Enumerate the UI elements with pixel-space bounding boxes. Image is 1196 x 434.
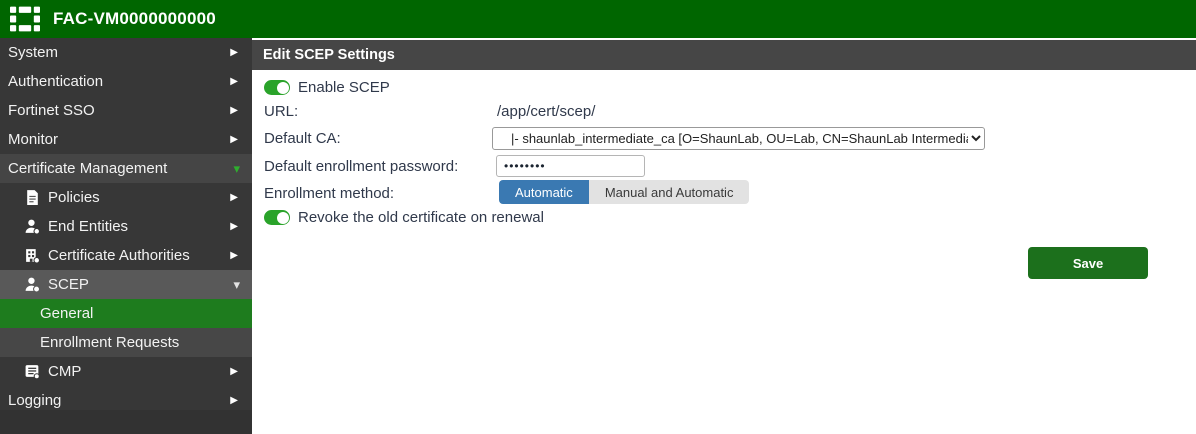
- document-icon: [27, 190, 38, 205]
- chevron-right-icon: ▶: [230, 76, 238, 87]
- sidebar-item-enrollment-requests[interactable]: Enrollment Requests: [0, 328, 252, 357]
- app-window: FAC-VM0000000000 System ▶ Authentication…: [0, 0, 1196, 434]
- chevron-right-icon: ▶: [230, 47, 238, 58]
- sidebar-item-cmp[interactable]: CMP ▶: [0, 357, 252, 386]
- device-hostname: FAC-VM0000000000: [53, 9, 216, 28]
- main-content: Edit SCEP Settings Enable SCEP URL: /app…: [252, 38, 1196, 434]
- enable-scep-toggle[interactable]: [264, 80, 290, 95]
- method-option-automatic[interactable]: Automatic: [499, 180, 589, 204]
- user-badge-icon: [25, 277, 41, 293]
- section-header: Edit SCEP Settings: [252, 40, 1196, 70]
- sidebar-item-authentication[interactable]: Authentication ▶: [0, 67, 252, 96]
- revoke-row: Revoke the old certificate on renewal: [264, 209, 544, 226]
- page-title: Edit SCEP Settings: [263, 47, 395, 63]
- chevron-right-icon: ▶: [230, 134, 238, 145]
- sidebar-item-scep[interactable]: SCEP ▾: [0, 270, 252, 299]
- enable-scep-row: Enable SCEP: [264, 79, 390, 96]
- toggle-knob: [276, 81, 289, 94]
- revoke-toggle[interactable]: [264, 210, 290, 225]
- enable-scep-label: Enable SCEP: [298, 79, 390, 96]
- sidebar-item-policies[interactable]: Policies ▶: [0, 183, 252, 212]
- enrollment-password-label: Default enrollment password:: [264, 158, 459, 175]
- caret-down-icon: ▾: [233, 160, 240, 176]
- caret-down-icon: ▾: [233, 276, 240, 292]
- sidebar-item-certificate-authorities[interactable]: Certificate Authorities ▶: [0, 241, 252, 270]
- default-ca-label: Default CA:: [264, 130, 341, 147]
- fortinet-logo-icon: [10, 6, 40, 32]
- sidebar-item-end-entities[interactable]: End Entities ▶: [0, 212, 252, 241]
- default-ca-select[interactable]: |- shaunlab_intermediate_ca [O=ShaunLab,…: [492, 127, 985, 150]
- sidebar-item-fortinet-sso[interactable]: Fortinet SSO ▶: [0, 96, 252, 125]
- method-option-manual-and-automatic[interactable]: Manual and Automatic: [588, 180, 750, 204]
- chevron-right-icon: ▶: [230, 395, 238, 406]
- list-icon: [25, 365, 40, 380]
- sidebar-footer-spacer: [0, 410, 252, 434]
- enrollment-method-segmented: Automatic Manual and Automatic: [499, 180, 750, 204]
- sidebar-item-general[interactable]: General: [0, 299, 252, 328]
- chevron-right-icon: ▶: [230, 366, 238, 377]
- building-icon: [26, 249, 41, 264]
- chevron-right-icon: ▶: [230, 105, 238, 116]
- enrollment-password-input[interactable]: [496, 155, 645, 177]
- sidebar-item-certificate-management[interactable]: Certificate Management ▾: [0, 154, 252, 183]
- chevron-right-icon: ▶: [230, 250, 238, 261]
- sidebar-item-monitor[interactable]: Monitor ▶: [0, 125, 252, 154]
- revoke-label: Revoke the old certificate on renewal: [298, 209, 544, 226]
- url-value: /app/cert/scep/: [497, 103, 596, 120]
- url-label: URL:: [264, 103, 299, 120]
- sidebar-item-system[interactable]: System ▶: [0, 38, 252, 67]
- enrollment-method-label: Enrollment method:: [264, 185, 395, 202]
- user-icon: [25, 219, 41, 235]
- save-button[interactable]: Save: [1028, 247, 1148, 279]
- sidebar-nav: System ▶ Authentication ▶ Fortinet SSO ▶…: [0, 38, 252, 434]
- toggle-knob: [276, 211, 289, 224]
- chevron-right-icon: ▶: [230, 221, 238, 232]
- top-bar: FAC-VM0000000000: [0, 0, 1196, 38]
- chevron-right-icon: ▶: [230, 192, 238, 203]
